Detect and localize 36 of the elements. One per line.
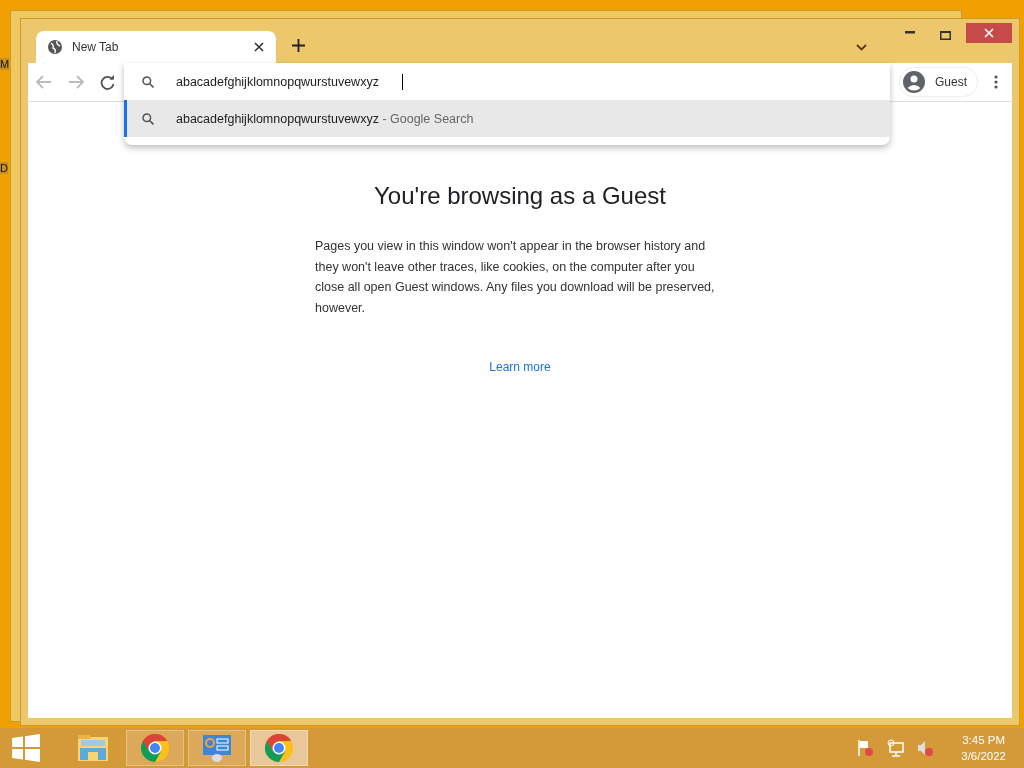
guest-description: Pages you view in this window won't appear in the browser history and they won't leave other traces, like cookies, on the computer after you close all open Guest windows. Any files you download will be preserved, however. (315, 238, 716, 317)
taskbar-button[interactable] (188, 730, 246, 766)
close-button[interactable] (966, 23, 1012, 43)
chrome-icon (140, 733, 170, 763)
address-field[interactable]: abacadefghijklomnopqwurstuvewxyz (124, 63, 890, 100)
network-icon[interactable] (887, 739, 906, 757)
search-icon (142, 112, 154, 125)
avatar-icon (903, 71, 925, 93)
reload-icon[interactable] (100, 74, 115, 90)
globe-icon (48, 40, 62, 54)
taskbar-button[interactable] (126, 730, 184, 766)
desktop-icon-label[interactable]: M (0, 58, 10, 70)
chrome-icon (264, 733, 294, 763)
minimize-icon[interactable] (905, 31, 915, 34)
desktop-icon-label[interactable]: D (0, 162, 8, 174)
back-arrow-icon[interactable] (36, 75, 52, 89)
new-tab-icon[interactable] (292, 39, 305, 52)
tab-title: New Tab (72, 40, 120, 54)
learn-more-link[interactable]: Learn more (489, 360, 551, 374)
browser-tab[interactable]: New Tab (36, 31, 276, 63)
profile-button[interactable]: Guest (899, 67, 978, 97)
flag-icon[interactable] (857, 739, 876, 757)
control-panel-icon (202, 733, 232, 763)
page-heading: You're browsing as a Guest (374, 182, 666, 210)
folder-icon (77, 734, 109, 762)
windows-logo-icon[interactable] (12, 734, 40, 762)
menu-icon[interactable] (994, 75, 998, 89)
chevron-down-icon[interactable] (856, 44, 867, 51)
close-icon (984, 28, 994, 38)
search-icon (142, 75, 154, 88)
volume-icon[interactable] (917, 739, 936, 757)
suggestion-item[interactable]: abacadefghijklomnopqwurstuvewxyz - Google Search (124, 100, 890, 137)
forward-arrow-icon[interactable] (68, 75, 84, 89)
taskbar-button[interactable] (250, 730, 308, 766)
close-icon[interactable] (254, 42, 264, 52)
maximize-icon[interactable] (940, 31, 951, 40)
